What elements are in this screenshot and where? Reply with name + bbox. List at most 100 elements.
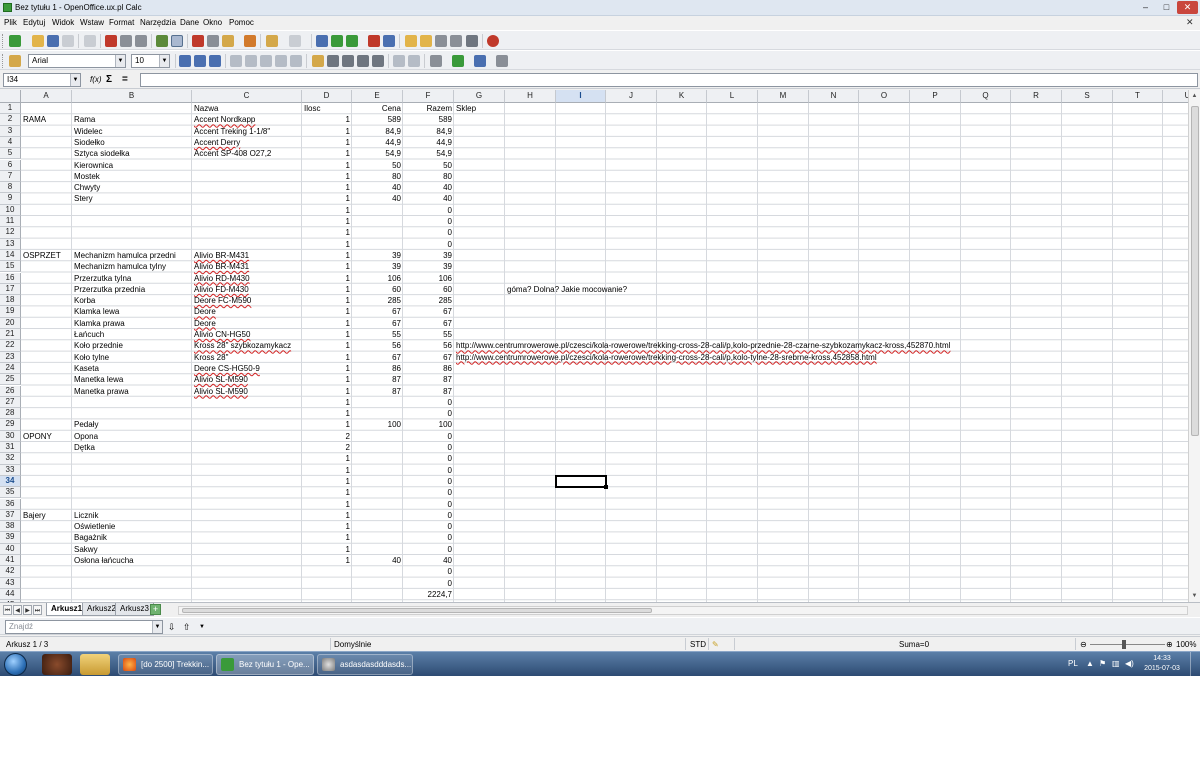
cell-g22[interactable]: http://www.centrumrowerowe.pl/czesci/kol… — [454, 340, 952, 351]
cell-b38[interactable]: Oświetlenie — [72, 521, 117, 532]
sort-descending-icon[interactable] — [346, 35, 358, 47]
chart-icon[interactable] — [368, 35, 380, 47]
cell-e25[interactable]: 87 — [352, 374, 403, 385]
cell-e41[interactable]: 40 — [352, 555, 403, 566]
cell-f42[interactable]: 0 — [403, 566, 454, 577]
cell-f1[interactable]: Razem — [403, 103, 454, 114]
cell-g23[interactable]: http://www.centrumrowerowe.pl/czesci/kol… — [454, 352, 879, 363]
row-header-6[interactable]: 6 — [0, 159, 21, 171]
zoom-in-icon[interactable]: ⊕ — [1166, 640, 1173, 649]
cell-d36[interactable]: 1 — [302, 499, 352, 510]
cell-d5[interactable]: 1 — [302, 148, 352, 159]
cell-e7[interactable]: 80 — [352, 171, 403, 182]
cell-c5[interactable]: Accent SP-408 O27,2 — [192, 148, 273, 159]
pinned-app-icon[interactable] — [42, 654, 72, 675]
cell-c2[interactable]: Accent Nordkapp — [192, 114, 257, 125]
print-preview-icon[interactable] — [135, 35, 147, 47]
cell-c4[interactable]: Accent Derry — [192, 137, 242, 148]
cell-e22[interactable]: 56 — [352, 340, 403, 351]
minimize-button[interactable]: ‒ — [1135, 1, 1156, 14]
zoom-out-icon[interactable]: ⊖ — [1080, 640, 1087, 649]
row-header-2[interactable]: 2 — [0, 114, 21, 126]
cell-f24[interactable]: 86 — [403, 363, 454, 374]
cell-b24[interactable]: Kaseta — [72, 363, 101, 374]
cell-c23[interactable]: Kross 28" — [192, 352, 230, 363]
cell-f4[interactable]: 44,9 — [403, 137, 454, 148]
print-icon[interactable] — [120, 35, 132, 47]
cell-b41[interactable]: Osłona łańcucha — [72, 555, 136, 566]
row-header-9[interactable]: 9 — [0, 193, 21, 205]
cell-f18[interactable]: 285 — [403, 295, 454, 306]
column-header-j[interactable]: J — [606, 90, 657, 103]
cell-f44[interactable]: 2224,7 — [403, 589, 454, 600]
cell-d19[interactable]: 1 — [302, 306, 352, 317]
cell-f26[interactable]: 87 — [403, 386, 454, 397]
cell-f11[interactable]: 0 — [403, 216, 454, 227]
styles-icon[interactable] — [9, 55, 21, 67]
chevron-down-icon[interactable]: ▼ — [152, 621, 162, 633]
cell-c24[interactable]: Deore CS-HG50-9 — [192, 363, 262, 374]
find-next-icon[interactable]: ⇩ — [168, 621, 176, 633]
cell-d11[interactable]: 1 — [302, 216, 352, 227]
row-header-3[interactable]: 3 — [0, 125, 21, 137]
row-header-30[interactable]: 30 — [0, 430, 21, 442]
cell-c3[interactable]: Accent Treking 1-1/8" — [192, 126, 272, 137]
cell-e5[interactable]: 54,9 — [352, 148, 403, 159]
cell-f43[interactable]: 0 — [403, 578, 454, 589]
cell-d29[interactable]: 1 — [302, 419, 352, 430]
menu-format[interactable]: Format — [109, 18, 134, 27]
row-header-27[interactable]: 27 — [0, 396, 21, 409]
background-color-icon[interactable] — [452, 55, 464, 67]
redo-icon[interactable] — [289, 35, 301, 47]
chevron-down-icon[interactable]: ▼ — [70, 74, 80, 86]
horizontal-scrollbar[interactable] — [178, 606, 1188, 615]
cell-b2[interactable]: Rama — [72, 114, 97, 125]
cell-f21[interactable]: 55 — [403, 329, 454, 340]
column-header-s[interactable]: S — [1062, 90, 1113, 103]
column-header-k[interactable]: K — [657, 90, 707, 103]
menu-edytuj[interactable]: Edytuj — [23, 18, 45, 27]
cell-c19[interactable]: Deore — [192, 306, 218, 317]
cell-b9[interactable]: Stery — [72, 193, 95, 204]
sort-ascending-icon[interactable] — [331, 35, 343, 47]
sheet-tab-arkusz3[interactable]: Arkusz3 — [115, 603, 154, 616]
cell-e24[interactable]: 86 — [352, 363, 403, 374]
cell-f5[interactable]: 54,9 — [403, 148, 454, 159]
row-header-11[interactable]: 11 — [0, 216, 21, 228]
cell-d7[interactable]: 1 — [302, 171, 352, 182]
toolbar-grip[interactable] — [2, 54, 5, 68]
cell-d1[interactable]: Ilosc — [302, 103, 322, 114]
sum-button[interactable]: Σ — [106, 74, 112, 86]
row-header-43[interactable]: 43 — [0, 577, 21, 589]
row-header-28[interactable]: 28 — [0, 408, 21, 420]
cell-d13[interactable]: 1 — [302, 239, 352, 250]
row-header-21[interactable]: 21 — [0, 329, 21, 341]
paste-icon[interactable] — [222, 35, 234, 47]
cell-b29[interactable]: Pedały — [72, 419, 100, 430]
action-center-icon[interactable]: ⚑ — [1099, 659, 1106, 668]
cell-c18[interactable]: Deore FC-M590 — [192, 295, 253, 306]
cell-d6[interactable]: 1 — [302, 160, 352, 171]
menu-widok[interactable]: Widok — [52, 18, 74, 27]
cell-e14[interactable]: 39 — [352, 250, 403, 261]
navigator-icon[interactable] — [420, 35, 432, 47]
row-header-40[interactable]: 40 — [0, 543, 21, 555]
percent-format-icon[interactable] — [327, 55, 339, 67]
cell-f28[interactable]: 0 — [403, 408, 454, 419]
cell-b37[interactable]: Licznik — [72, 510, 100, 521]
row-header-13[interactable]: 13 — [0, 238, 21, 250]
find-previous-icon[interactable]: ⇧ — [183, 621, 191, 633]
column-header-d[interactable]: D — [302, 90, 352, 103]
row-header-35[interactable]: 35 — [0, 487, 21, 499]
row-header-39[interactable]: 39 — [0, 532, 21, 544]
row-header-23[interactable]: 23 — [0, 351, 21, 363]
toolbar-grip[interactable] — [2, 34, 5, 48]
standard-format-icon[interactable] — [342, 55, 354, 67]
cell-h17[interactable]: góma? Dolna? Jakie mocowanie? — [505, 284, 629, 295]
row-header-15[interactable]: 15 — [0, 261, 21, 273]
find-input[interactable]: Znajdź ▼ — [5, 620, 163, 634]
cell-f25[interactable]: 87 — [403, 374, 454, 385]
pivot-table-icon[interactable] — [383, 35, 395, 47]
column-header-r[interactable]: R — [1011, 90, 1062, 103]
chevron-down-icon[interactable]: ▼ — [159, 55, 169, 67]
